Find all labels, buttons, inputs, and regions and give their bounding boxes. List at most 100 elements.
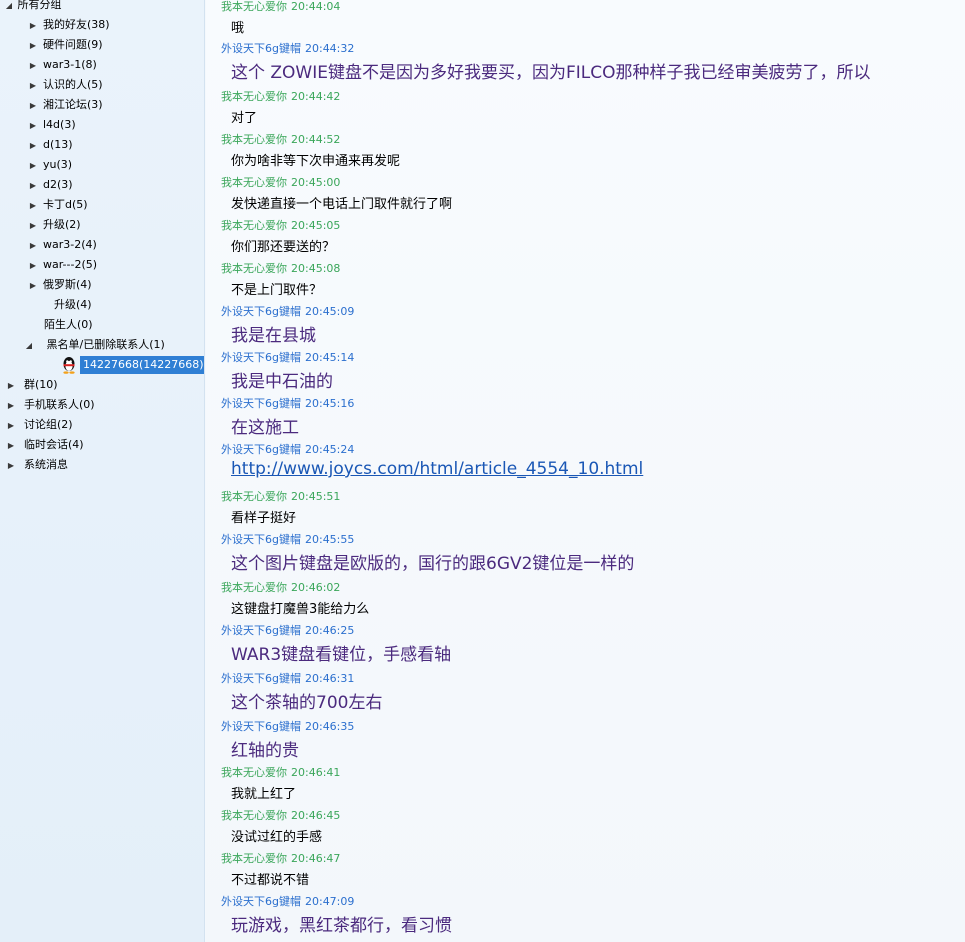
message-sender: 外设天下6g键帽 <box>221 895 301 908</box>
chat-message: 外设天下6g键帽 20:46:31 这个茶轴的700左右 <box>221 672 382 713</box>
chat-message: 外设天下6g键帽 20:44:32 这个 ZOWIE键盘不是因为多好我要买，因为FI… <box>221 42 871 83</box>
sidebar-group[interactable]: ▶ 卡丁d(5) <box>28 195 88 215</box>
sidebar-group[interactable]: ▶ d2(3) <box>28 175 73 195</box>
message-time: 20:44:04 <box>291 0 341 13</box>
message-sender: 我本无心爱你 <box>221 766 287 779</box>
message-body: 玩游戏，黑红茶都行，看习惯 <box>231 916 452 936</box>
message-header: 我本无心爱你 20:46:45 <box>221 809 340 823</box>
sidebar-group[interactable]: ▶ 硬件问题(9) <box>28 35 103 55</box>
message-sender: 我本无心爱你 <box>221 219 287 232</box>
message-time: 20:45:09 <box>304 305 355 318</box>
sidebar-group[interactable]: ▶ 升级(2) <box>28 215 81 235</box>
message-time: 20:45:24 <box>304 443 355 456</box>
message-sender: 我本无心爱你 <box>221 176 287 189</box>
message-sender: 我本无心爱你 <box>221 809 287 822</box>
message-time: 20:44:42 <box>291 90 341 103</box>
collapsed-arrow-icon: ▶ <box>29 121 37 130</box>
chat-message: 我本无心爱你 20:46:41 我就上红了 <box>221 766 340 802</box>
sidebar-group[interactable]: ▶ 湘江论坛(3) <box>28 95 103 115</box>
message-sender: 外设天下6g键帽 <box>221 720 301 733</box>
message-time: 20:44:52 <box>291 133 341 146</box>
message-body: WAR3键盘看键位，手感看轴 <box>231 645 452 665</box>
sidebar-group[interactable]: ▶ war3-1(8) <box>28 55 97 75</box>
group-strangers[interactable]: 陌生人(0) <box>34 315 93 335</box>
message-sender: 外设天下6g键帽 <box>221 351 301 364</box>
sidebar-group[interactable]: ▶ 认识的人(5) <box>28 75 103 95</box>
expanded-arrow-icon: ◢ <box>25 341 33 350</box>
group-all[interactable]: ◢ 所有分组 <box>4 0 62 15</box>
message-sender: 外设天下6g键帽 <box>221 305 301 318</box>
collapsed-arrow-icon: ▶ <box>29 221 37 230</box>
message-header: 我本无心爱你 20:46:02 <box>221 581 369 595</box>
collapsed-arrow-icon: ▶ <box>29 141 37 150</box>
sidebar-group[interactable]: ▶ war3-2(4) <box>28 235 97 255</box>
sidebar-top-group[interactable]: ▶ 系统消息 <box>6 455 68 475</box>
chat-message: 我本无心爱你 20:46:47 不过都说不错 <box>221 852 340 888</box>
collapsed-arrow-icon: ▶ <box>7 401 15 410</box>
sidebar-group-label: war3-1(8) <box>43 58 97 71</box>
message-body: 我是中石油的 <box>231 372 333 392</box>
message-sender: 外设天下6g键帽 <box>221 42 301 55</box>
sidebar-top-group[interactable]: ▶ 临时会话(4) <box>6 435 84 455</box>
sidebar-group-label: war---2(5) <box>43 258 98 271</box>
sidebar-group[interactable]: ▶ 俄罗斯(4) <box>28 275 92 295</box>
collapsed-arrow-icon: ▶ <box>29 101 37 110</box>
message-header: 我本无心爱你 20:45:00 <box>221 176 452 190</box>
group-blacklist[interactable]: ◢ 黑名单/已删除联系人(1) <box>24 335 165 355</box>
message-sender: 我本无心爱你 <box>221 133 287 146</box>
collapsed-arrow-icon: ▶ <box>29 281 37 290</box>
sidebar-group-label: 卡丁d(5) <box>43 198 88 211</box>
collapsed-arrow-icon: ▶ <box>29 241 37 250</box>
sidebar-top-group-label: 临时会话(4) <box>24 438 84 451</box>
chat-message: 我本无心爱你 20:45:08 不是上门取件？ <box>221 262 340 298</box>
message-body: 你们那还要送的？ <box>231 240 336 255</box>
message-sender: 我本无心爱你 <box>221 852 287 865</box>
message-header: 我本无心爱你 20:44:52 <box>221 133 400 147</box>
message-header: 外设天下6g键帽 20:45:16 <box>221 397 354 411</box>
chat-message: 外设天下6g键帽 20:46:35 红轴的贵 <box>221 720 354 761</box>
message-header: 外设天下6g键帽 20:46:25 <box>221 624 451 638</box>
message-body: 这个 ZOWIE键盘不是因为多好我要买，因为FILCO那种样子我已经审美疲劳了，… <box>231 63 871 83</box>
message-time: 20:46:02 <box>291 581 341 594</box>
chat-message: 我本无心爱你 20:44:42 对了 <box>221 90 340 126</box>
sub-group-upgrade[interactable]: 升级(4) <box>46 295 92 315</box>
message-header: 外设天下6g键帽 20:44:32 <box>221 42 871 56</box>
message-sender: 外设天下6g键帽 <box>221 624 301 637</box>
sidebar-group[interactable]: ▶ yu(3) <box>28 155 72 175</box>
chat-message: 我本无心爱你 20:44:52 你为啥非等下次申通来再发呢 <box>221 133 400 169</box>
sidebar-top-group[interactable]: ▶ 手机联系人(0) <box>6 395 95 415</box>
message-time: 20:45:55 <box>304 533 355 546</box>
sidebar-group[interactable]: ▶ l4d(3) <box>28 115 76 135</box>
message-body: 你为啥非等下次申通来再发呢 <box>231 154 401 169</box>
sidebar-group[interactable]: ▶ 我的好友(38) <box>28 15 110 35</box>
sidebar-group-label: 我的好友(38) <box>43 18 110 31</box>
message-sender: 我本无心爱你 <box>221 262 287 275</box>
collapsed-arrow-icon: ▶ <box>7 421 15 430</box>
chat-message: 我本无心爱你 20:45:05 你们那还要送的？ <box>221 219 340 255</box>
sidebar-group[interactable]: ▶ d(13) <box>28 135 73 155</box>
sidebar-top-group-label: 系统消息 <box>24 458 68 471</box>
message-time: 20:45:00 <box>291 176 341 189</box>
sidebar-top-group[interactable]: ▶ 讨论组(2) <box>6 415 73 435</box>
chat-history[interactable]: 我本无心爱你 20:44:04 哦外设天下6g键帽 20:44:32 这个 ZOWIE键… <box>206 0 965 942</box>
sidebar-top-group[interactable]: ▶ 群(10) <box>6 375 58 395</box>
message-body: 我是在县城 <box>231 326 316 346</box>
collapsed-arrow-icon: ▶ <box>29 201 37 210</box>
message-time: 20:45:08 <box>291 262 341 275</box>
message-body: 在这施工 <box>231 418 299 438</box>
chat-message: 我本无心爱你 20:45:00 发快递直接一个电话上门取件就行了啊 <box>221 176 452 212</box>
message-time: 20:45:05 <box>291 219 341 232</box>
message-time: 20:46:45 <box>291 809 341 822</box>
message-link[interactable]: http://www.joycs.com/html/article_4554_1… <box>231 459 643 479</box>
collapsed-arrow-icon: ▶ <box>29 61 37 70</box>
message-sender: 我本无心爱你 <box>221 490 287 503</box>
sidebar-group-label: 升级(2) <box>43 218 81 231</box>
chat-message: 我本无心爱你 20:46:45 没试过红的手感 <box>221 809 340 845</box>
sidebar-group-label: war3-2(4) <box>43 238 97 251</box>
collapsed-arrow-icon: ▶ <box>29 161 37 170</box>
message-body: 发快递直接一个电话上门取件就行了啊 <box>231 197 453 212</box>
message-body: 对了 <box>231 111 258 126</box>
sidebar-group[interactable]: ▶ war---2(5) <box>28 255 97 275</box>
sidebar-top-group-label: 讨论组(2) <box>24 418 73 431</box>
chat-message: 我本无心爱你 20:45:51 看样子挺好 <box>221 490 340 526</box>
